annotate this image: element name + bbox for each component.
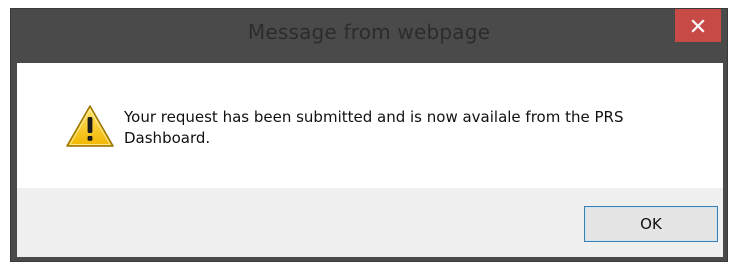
message-text: Your request has been submitted and is n…	[124, 108, 624, 147]
ok-button[interactable]: OK	[584, 206, 718, 242]
dialog-titlebar[interactable]: Message from webpage	[11, 9, 727, 63]
warning-icon	[66, 105, 114, 147]
message-dialog: Message from webpage Your request has be…	[10, 8, 728, 262]
close-button[interactable]	[675, 9, 721, 42]
close-icon	[691, 18, 705, 33]
dialog-body: Your request has been submitted and is n…	[17, 63, 723, 257]
dialog-title: Message from webpage	[247, 20, 491, 44]
button-bar: OK	[17, 188, 723, 257]
message-area: Your request has been submitted and is n…	[17, 63, 723, 188]
